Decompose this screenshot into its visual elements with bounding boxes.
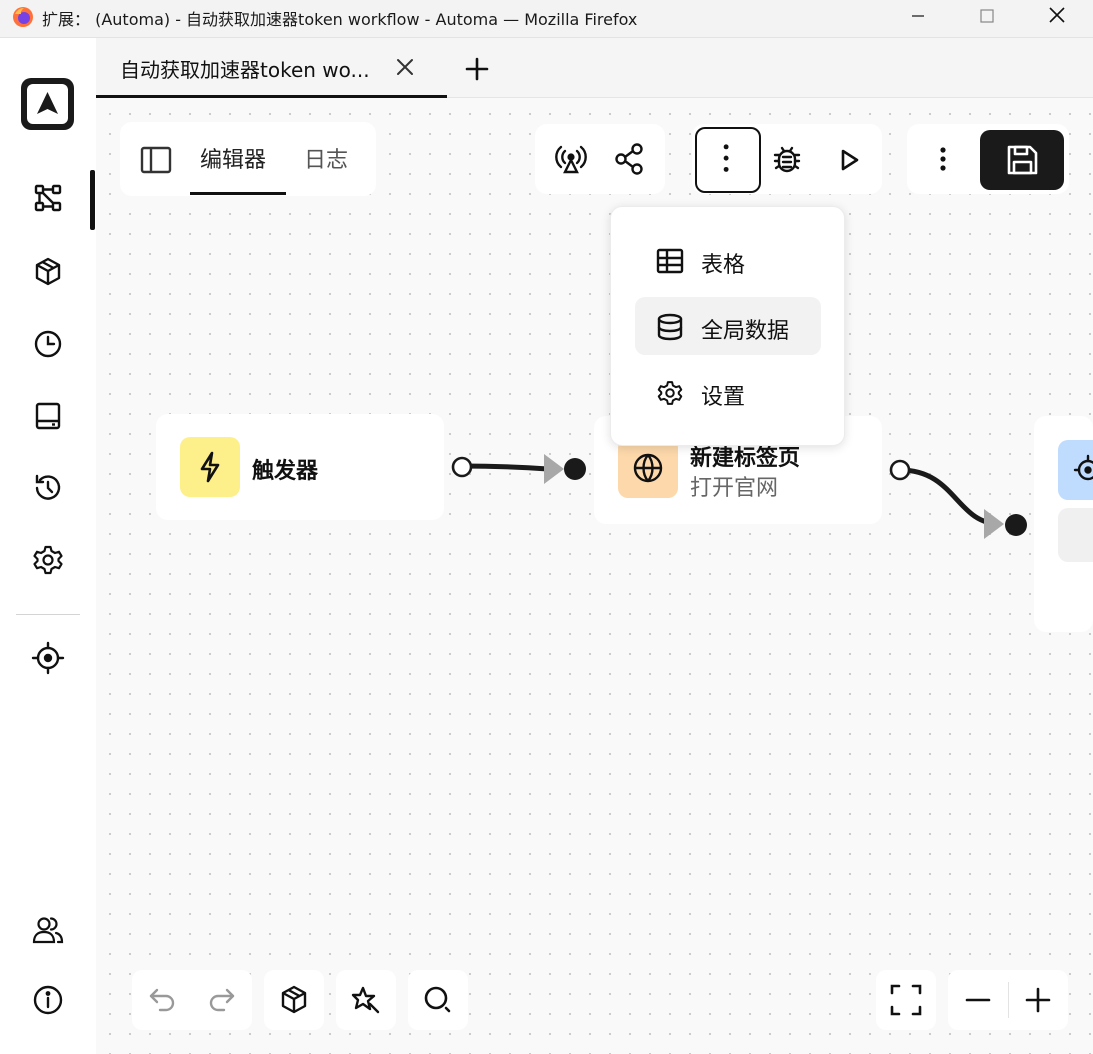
more-options-button[interactable] bbox=[695, 127, 761, 193]
clock-icon[interactable] bbox=[30, 326, 66, 362]
cube-icon[interactable] bbox=[30, 254, 66, 290]
workflow-canvas[interactable]: 编辑器 日志 表格 全局数据 设置 触发器 新建标签页 打开官网 bbox=[96, 98, 1093, 1054]
node-output-handle[interactable] bbox=[888, 458, 912, 482]
cube-icon[interactable] bbox=[274, 980, 314, 1020]
packages-toolbar bbox=[264, 970, 324, 1030]
auto-align-toolbar bbox=[336, 970, 396, 1030]
node-element-selector[interactable] bbox=[1034, 416, 1093, 632]
menu-item-global-data[interactable]: 全局数据 bbox=[635, 297, 821, 355]
sidebar-divider bbox=[16, 614, 80, 615]
users-icon[interactable] bbox=[30, 912, 66, 948]
node-input-handle[interactable] bbox=[1004, 513, 1028, 537]
bolt-icon bbox=[180, 437, 240, 497]
node-title: 触发器 bbox=[252, 459, 319, 484]
node-description: 打开官网 bbox=[690, 476, 779, 501]
automa-logo[interactable] bbox=[21, 78, 74, 130]
tab-bar: 自动获取加速器token wo... bbox=[96, 38, 1093, 98]
tab-log[interactable]: 日志 bbox=[304, 142, 348, 174]
magic-wand-icon[interactable] bbox=[346, 980, 386, 1020]
redo-icon[interactable] bbox=[202, 980, 242, 1020]
zoom-toolbar bbox=[948, 970, 1068, 1030]
share-icon[interactable] bbox=[609, 139, 649, 179]
node-output-handle[interactable] bbox=[450, 455, 474, 479]
storage-icon[interactable] bbox=[30, 398, 66, 434]
bug-icon[interactable] bbox=[767, 140, 807, 180]
add-tab-icon[interactable] bbox=[462, 54, 492, 84]
table-icon bbox=[656, 248, 684, 274]
undo-icon[interactable] bbox=[142, 980, 182, 1020]
editor-toolbar: 编辑器 日志 bbox=[120, 122, 376, 196]
broadcast-icon[interactable] bbox=[551, 139, 591, 179]
fullscreen-icon[interactable] bbox=[886, 980, 926, 1020]
search-toolbar bbox=[408, 970, 468, 1030]
database-icon bbox=[657, 313, 683, 341]
workflow-edges bbox=[461, 454, 1004, 539]
tab-editor[interactable]: 编辑器 bbox=[200, 142, 266, 174]
menu-item-table[interactable]: 表格 bbox=[635, 231, 821, 289]
more-options-menu: 表格 全局数据 设置 bbox=[610, 206, 845, 446]
sidebar-toggle-icon[interactable] bbox=[136, 140, 176, 180]
zoom-divider bbox=[1008, 982, 1009, 1018]
tab-editor-underline bbox=[190, 192, 286, 195]
menu-item-label: 全局数据 bbox=[701, 319, 790, 344]
gear-icon[interactable] bbox=[30, 542, 66, 578]
search-icon[interactable] bbox=[418, 980, 458, 1020]
gear-icon bbox=[657, 381, 683, 405]
history-icon[interactable] bbox=[30, 470, 66, 506]
sidebar bbox=[0, 38, 96, 1054]
share-toolbar bbox=[535, 124, 665, 194]
tab-workflow[interactable]: 自动获取加速器token wo... bbox=[96, 38, 447, 98]
firefox-icon bbox=[13, 7, 33, 27]
window-titlebar: 扩展： (Automa) - 自动获取加速器token workflow - A… bbox=[0, 0, 1093, 38]
zoom-out-icon[interactable] bbox=[958, 980, 998, 1020]
kebab-menu-icon[interactable] bbox=[923, 139, 963, 179]
target-icon bbox=[1058, 440, 1093, 500]
close-window-button[interactable] bbox=[1042, 4, 1072, 28]
node-input-handle[interactable] bbox=[563, 457, 587, 481]
zoom-in-icon[interactable] bbox=[1018, 980, 1058, 1020]
menu-item-label: 表格 bbox=[701, 253, 746, 278]
save-button[interactable] bbox=[980, 130, 1064, 190]
workflow-icon[interactable] bbox=[30, 180, 66, 216]
maximize-button[interactable] bbox=[972, 4, 1002, 28]
tab-label: 自动获取加速器token wo... bbox=[120, 58, 370, 82]
close-icon[interactable] bbox=[392, 54, 418, 80]
fit-view-toolbar bbox=[876, 970, 936, 1030]
info-icon[interactable] bbox=[30, 982, 66, 1018]
target-icon[interactable] bbox=[30, 640, 66, 676]
play-icon[interactable] bbox=[829, 140, 869, 180]
window-title: 扩展： (Automa) - 自动获取加速器token workflow - A… bbox=[42, 10, 638, 29]
history-toolbar bbox=[132, 970, 252, 1030]
node-trigger[interactable]: 触发器 bbox=[156, 414, 444, 520]
sidebar-active-indicator bbox=[90, 170, 95, 230]
minimize-button[interactable] bbox=[903, 4, 933, 28]
menu-item-settings[interactable]: 设置 bbox=[635, 363, 821, 421]
node-input-field[interactable] bbox=[1058, 508, 1093, 562]
globe-icon bbox=[618, 438, 678, 498]
menu-item-label: 设置 bbox=[701, 385, 746, 410]
